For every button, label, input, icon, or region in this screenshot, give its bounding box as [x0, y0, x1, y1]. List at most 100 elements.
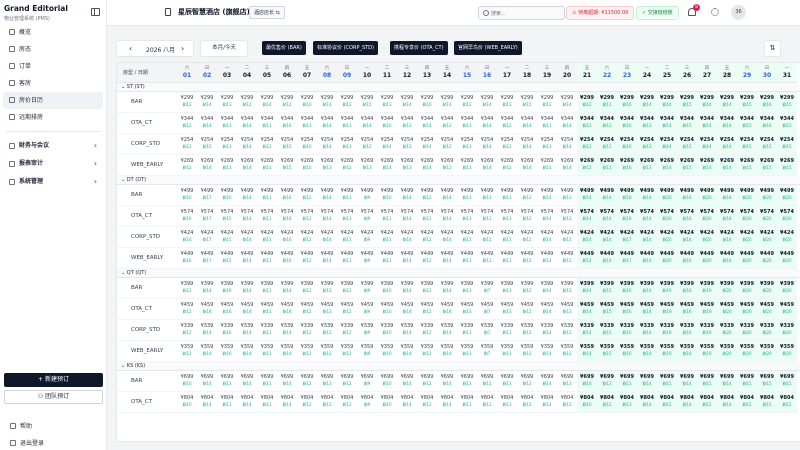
rate-cell[interactable]: ¥399 剩20 — [757, 278, 777, 299]
rate-cell[interactable]: ¥344 剩14 — [697, 113, 717, 134]
rate-cell[interactable]: ¥424 剩13 — [557, 227, 577, 248]
rate-cell[interactable]: ¥344 剩14 — [557, 113, 577, 134]
rate-cell[interactable]: ¥269 剩11 — [257, 155, 277, 176]
rate-cell[interactable]: ¥399 剩13 — [557, 278, 577, 299]
rate-cell[interactable]: ¥424 剩17 — [197, 227, 217, 248]
rate-cell[interactable]: ¥269 剩14 — [417, 155, 437, 176]
rate-cell[interactable]: ¥254 剩15 — [277, 134, 297, 155]
rate-cell[interactable]: ¥424 剩20 — [697, 227, 717, 248]
rate-cell[interactable]: ¥459 剩14 — [237, 299, 257, 320]
rate-cell[interactable]: ¥254 剩11 — [597, 134, 617, 155]
rate-cell[interactable]: ¥339 剩14 — [637, 320, 657, 341]
rate-cell[interactable]: ¥459 剩20 — [777, 299, 797, 320]
rate-cell[interactable]: ¥299 剩15 — [357, 92, 377, 113]
rate-cell[interactable]: ¥344 剩14 — [357, 113, 377, 134]
rate-cell[interactable]: ¥399 剩14 — [577, 278, 597, 299]
rate-cell[interactable]: ¥499 剩18 — [717, 185, 737, 206]
rate-cell[interactable]: ¥399 剩12 — [177, 278, 197, 299]
rate-cell[interactable]: ¥344 剩13 — [457, 113, 477, 134]
rate-cell[interactable]: ¥499 剩20 — [697, 185, 717, 206]
rate-cell[interactable]: ¥459 剩13 — [557, 299, 577, 320]
rate-cell[interactable]: ¥299 剩15 — [517, 92, 537, 113]
rate-cell[interactable]: ¥339 剩12 — [417, 320, 437, 341]
rate-cell[interactable]: ¥339 剩20 — [777, 320, 797, 341]
rate-cell[interactable]: ¥254 剩14 — [557, 134, 577, 155]
rate-cell[interactable]: ¥339 剩16 — [217, 320, 237, 341]
rate-cell[interactable]: ¥339 剩14 — [197, 320, 217, 341]
rate-cell[interactable]: ¥804 剩14 — [237, 392, 257, 413]
rate-cell[interactable]: ¥424 剩11 — [477, 227, 497, 248]
rate-cell[interactable]: ¥399 剩12 — [417, 278, 437, 299]
rate-cell[interactable]: ¥804 剩13 — [557, 392, 577, 413]
rate-cell[interactable]: ¥359 剩20 — [717, 341, 737, 362]
rate-cell[interactable]: ¥574 剩17 — [197, 206, 217, 227]
rate-cell[interactable]: ¥254 剩15 — [677, 134, 697, 155]
rate-cell[interactable]: ¥574 剩16 — [277, 206, 297, 227]
rate-cell[interactable]: ¥359 剩14 — [397, 341, 417, 362]
rate-cell[interactable]: ¥424 剩12 — [297, 227, 317, 248]
rate-cell[interactable]: ¥449 剩12 — [517, 248, 537, 269]
shift-handover-button[interactable]: ✓ 交接班结账 — [636, 6, 679, 20]
rate-cell[interactable]: ¥499 剩18 — [617, 185, 637, 206]
rate-cell[interactable]: ¥299 剩11 — [597, 92, 617, 113]
rate-cell[interactable]: ¥299 剩12 — [537, 92, 557, 113]
rate-cell[interactable]: ¥574 剩20 — [657, 206, 677, 227]
rate-cell[interactable]: ¥399 剩20 — [777, 278, 797, 299]
rate-cell[interactable]: ¥269 剩12 — [337, 155, 357, 176]
rate-cell[interactable]: ¥254 剩14 — [417, 134, 437, 155]
rate-cell[interactable]: ¥449 剩15 — [217, 248, 237, 269]
rate-cell[interactable]: ¥269 剩13 — [397, 155, 417, 176]
rate-cell[interactable]: ¥499 剩13 — [557, 185, 577, 206]
rate-cell[interactable]: ¥269 剩14 — [197, 155, 217, 176]
rate-cell[interactable]: ¥499 剩12 — [297, 185, 317, 206]
rate-cell[interactable]: ¥299 剩16 — [617, 92, 637, 113]
rate-cell[interactable]: ¥804 剩13 — [217, 392, 237, 413]
rate-cell[interactable]: ¥804 剩10 — [377, 392, 397, 413]
rate-cell[interactable]: ¥499 剩11 — [477, 185, 497, 206]
sidebar-item-guests[interactable]: 客房 — [3, 75, 103, 92]
rate-cell[interactable]: ¥699 剩14 — [237, 371, 257, 392]
rate-cell[interactable]: ¥269 剩14 — [557, 155, 577, 176]
rate-cell[interactable]: ¥449 剩14 — [237, 248, 257, 269]
rate-cell[interactable]: ¥269 剩14 — [657, 155, 677, 176]
rate-cell[interactable]: ¥344 剩16 — [377, 113, 397, 134]
rate-cell[interactable]: ¥459 剩14 — [537, 299, 557, 320]
rate-cell[interactable]: ¥574 剩20 — [777, 206, 797, 227]
rate-cell[interactable]: ¥399 剩11 — [257, 278, 277, 299]
rate-cell[interactable]: ¥449 剩13 — [337, 248, 357, 269]
rate-cell[interactable]: ¥449 剩14 — [537, 248, 557, 269]
rate-cell[interactable]: ¥424 剩14 — [437, 227, 457, 248]
store-switch-button[interactable]: 酒店店长 ⇆ — [249, 6, 285, 19]
rate-cell[interactable]: ¥359 剩13 — [317, 341, 337, 362]
rate-cell[interactable]: ¥359 剩15 — [597, 341, 617, 362]
rate-cell[interactable]: ¥574 剩14 — [597, 206, 617, 227]
rate-cell[interactable]: ¥254 剩13 — [337, 134, 357, 155]
rate-cell[interactable]: ¥399 剩14 — [277, 278, 297, 299]
rate-cell[interactable]: ¥424 剩16 — [677, 227, 697, 248]
rate-cell[interactable]: ¥449 剩14 — [597, 248, 617, 269]
rate-cell[interactable]: ¥574 剩13 — [497, 206, 517, 227]
rate-cell[interactable]: ¥449 剩16 — [677, 248, 697, 269]
rate-cell[interactable]: ¥339 剩20 — [737, 320, 757, 341]
rate-cell[interactable]: ¥339 剩20 — [717, 320, 737, 341]
rate-cell[interactable]: ¥344 剩13 — [297, 113, 317, 134]
rate-cell[interactable]: ¥499 剩16 — [217, 185, 237, 206]
rate-cell[interactable]: ¥804 剩14 — [637, 392, 657, 413]
rate-cell[interactable]: ¥399 剩19 — [657, 278, 677, 299]
rate-cell[interactable]: ¥254 剩13 — [217, 134, 237, 155]
rate-cell[interactable]: ¥344 剩15 — [677, 113, 697, 134]
rate-cell[interactable]: ¥459 剩13 — [457, 299, 477, 320]
rate-cell[interactable]: ¥344 剩12 — [577, 113, 597, 134]
rate-cell[interactable]: ¥254 剩10 — [297, 134, 317, 155]
rate-cell[interactable]: ¥254 剩14 — [377, 134, 397, 155]
rate-cell[interactable]: ¥359 剩19 — [657, 341, 677, 362]
rate-cell[interactable]: ¥804 剩12 — [417, 392, 437, 413]
rate-cell[interactable]: ¥359 剩14 — [197, 341, 217, 362]
rate-cell[interactable]: ¥359 剩12 — [297, 341, 317, 362]
rate-cell[interactable]: ¥574 剩20 — [757, 206, 777, 227]
rate-cell[interactable]: ¥804 剩10 — [577, 392, 597, 413]
search-input[interactable] — [491, 9, 563, 18]
rate-cell[interactable]: ¥299 剩14 — [397, 92, 417, 113]
rate-cell[interactable]: ¥424 剩20 — [737, 227, 757, 248]
rate-cell[interactable]: ¥344 剩14 — [237, 113, 257, 134]
